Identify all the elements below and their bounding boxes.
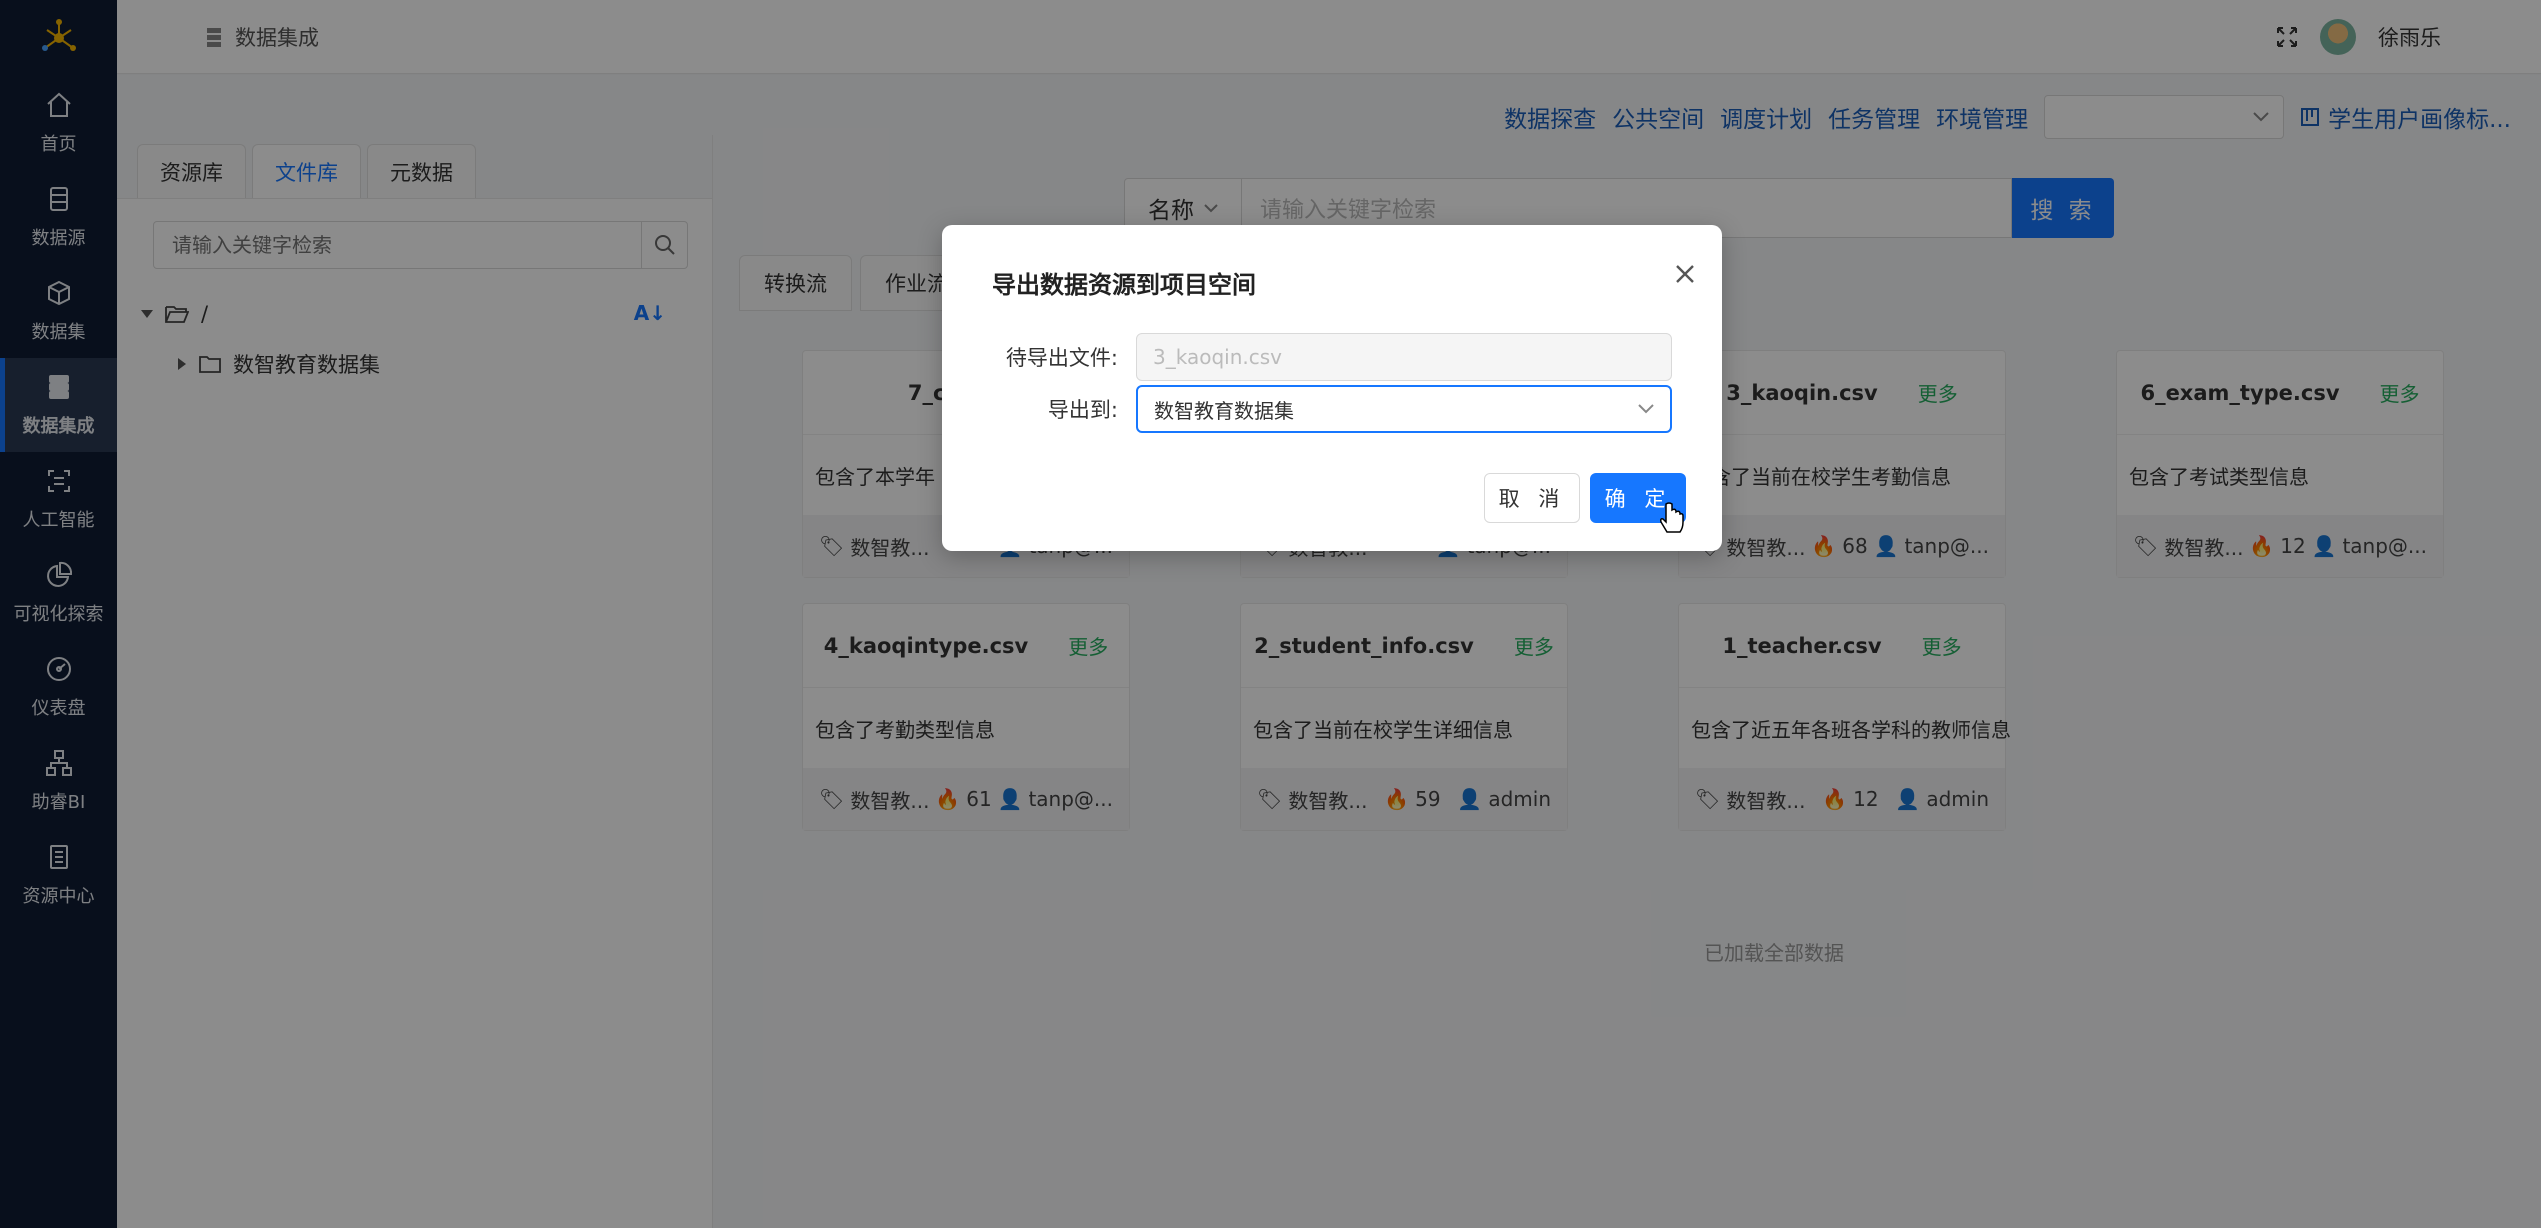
hand-cursor-icon	[1660, 502, 1684, 533]
target-select[interactable]: 数智教育数据集	[1136, 385, 1672, 433]
target-label: 导出到:	[1047, 398, 1118, 422]
form-row-target: 导出到: 数智教育数据集	[1002, 385, 1672, 433]
modal-overlay[interactable]	[0, 0, 2541, 1228]
close-icon[interactable]	[1670, 259, 1700, 289]
file-label: 待导出文件:	[1005, 346, 1118, 370]
modal-title: 导出数据资源到项目空间	[992, 271, 1256, 299]
file-field: 3_kaoqin.csv	[1136, 333, 1672, 381]
target-select-value: 数智教育数据集	[1154, 398, 1294, 423]
export-modal: 导出数据资源到项目空间 待导出文件: 3_kaoqin.csv 导出到: 数智教…	[942, 225, 1722, 551]
chevron-down-icon	[1638, 404, 1654, 414]
form-row-file: 待导出文件: 3_kaoqin.csv	[1002, 333, 1672, 381]
cancel-button[interactable]: 取 消	[1484, 473, 1580, 523]
